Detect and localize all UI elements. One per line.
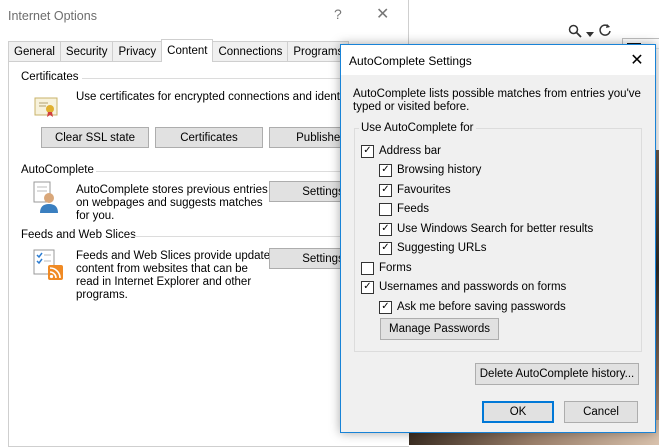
manage-passwords-button[interactable]: Manage Passwords bbox=[380, 318, 499, 340]
tab-security[interactable]: Security bbox=[59, 41, 114, 62]
dialog-close-button[interactable]: ✕ bbox=[625, 48, 649, 72]
feeds-description-line1: Feeds and Web Slices provide updated bbox=[76, 250, 277, 262]
suggesting-urls-option[interactable]: ✓ Suggesting URLs bbox=[379, 240, 487, 256]
autocomplete-description-line3: for you. bbox=[76, 210, 115, 222]
windows-search-checkbox[interactable]: ✓ bbox=[379, 222, 392, 236]
address-bar-label: Address bar bbox=[379, 145, 442, 157]
autocomplete-description-line1: AutoComplete stores previous entries bbox=[76, 184, 268, 196]
autocomplete-settings-dialog: AutoComplete Settings ✕ AutoComplete lis… bbox=[340, 44, 656, 433]
dialog-titlebar: AutoComplete Settings ✕ bbox=[341, 45, 655, 75]
suggesting-urls-label: Suggesting URLs bbox=[397, 242, 487, 254]
browsing-history-label: Browsing history bbox=[397, 164, 482, 176]
autocomplete-description-line2: on webpages and suggests matches bbox=[76, 197, 263, 209]
clear-ssl-state-button[interactable]: Clear SSL state bbox=[41, 127, 149, 148]
chevron-down-icon[interactable] bbox=[586, 26, 594, 41]
feeds-description-line2: content from websites that can be bbox=[76, 263, 248, 275]
feeds-checkbox[interactable] bbox=[379, 202, 392, 216]
ask-before-saving-checkbox[interactable]: ✓ bbox=[379, 300, 392, 314]
feeds-description-line4: programs. bbox=[76, 289, 128, 301]
usernames-passwords-checkbox[interactable]: ✓ bbox=[361, 280, 374, 294]
feeds-description-line3: read in Internet Explorer and other bbox=[76, 276, 252, 288]
windows-search-option[interactable]: ✓ Use Windows Search for better results bbox=[379, 221, 593, 237]
delete-autocomplete-history-button[interactable]: Delete AutoComplete history... bbox=[475, 363, 639, 385]
dialog-description: AutoComplete lists possible matches from… bbox=[353, 88, 641, 113]
refresh-icon[interactable] bbox=[598, 23, 612, 40]
autocomplete-group-title: AutoComplete bbox=[21, 164, 94, 176]
feeds-rss-icon bbox=[32, 249, 66, 281]
forms-checkbox[interactable] bbox=[361, 261, 374, 275]
feeds-label: Feeds bbox=[397, 203, 429, 215]
help-button[interactable]: ? bbox=[334, 6, 342, 22]
tab-content[interactable]: Content bbox=[161, 39, 214, 62]
certificate-icon bbox=[34, 96, 58, 118]
usernames-passwords-label: Usernames and passwords on forms bbox=[379, 281, 567, 293]
ok-button[interactable]: OK bbox=[482, 401, 554, 423]
ask-before-saving-option[interactable]: ✓ Ask me before saving passwords bbox=[379, 299, 566, 315]
certificates-group-title: Certificates bbox=[21, 71, 79, 83]
search-icon[interactable] bbox=[568, 24, 582, 41]
tab-strip: General Security Privacy Content Connect… bbox=[8, 39, 350, 62]
certificates-button[interactable]: Certificates bbox=[155, 127, 263, 148]
forms-option[interactable]: Forms bbox=[361, 260, 412, 276]
cancel-button[interactable]: Cancel bbox=[564, 401, 638, 423]
tab-privacy[interactable]: Privacy bbox=[112, 41, 163, 62]
address-bar-option[interactable]: ✓ Address bar bbox=[361, 143, 441, 159]
tab-general[interactable]: General bbox=[8, 41, 61, 62]
ask-before-saving-label: Ask me before saving passwords bbox=[397, 301, 566, 313]
favourites-option[interactable]: ✓ Favourites bbox=[379, 182, 451, 198]
tab-connections[interactable]: Connections bbox=[212, 41, 289, 62]
windows-search-label: Use Windows Search for better results bbox=[397, 223, 594, 235]
suggesting-urls-checkbox[interactable]: ✓ bbox=[379, 241, 392, 255]
feeds-group-title: Feeds and Web Slices bbox=[21, 229, 136, 241]
usernames-passwords-option[interactable]: ✓ Usernames and passwords on forms bbox=[361, 279, 566, 295]
browsing-history-option[interactable]: ✓ Browsing history bbox=[379, 162, 481, 178]
window-title: Internet Options bbox=[8, 9, 97, 23]
address-bar-checkbox[interactable]: ✓ bbox=[361, 144, 374, 158]
use-autocomplete-group-title: Use AutoComplete for bbox=[359, 122, 476, 134]
browsing-history-checkbox[interactable]: ✓ bbox=[379, 163, 392, 177]
favourites-label: Favourites bbox=[397, 184, 451, 196]
autocomplete-user-icon bbox=[32, 180, 62, 214]
feeds-option[interactable]: Feeds bbox=[379, 201, 429, 217]
forms-label: Forms bbox=[379, 262, 412, 274]
dialog-title: AutoComplete Settings bbox=[349, 54, 472, 68]
favourites-checkbox[interactable]: ✓ bbox=[379, 183, 392, 197]
close-button[interactable]: ✕ bbox=[376, 4, 389, 24]
